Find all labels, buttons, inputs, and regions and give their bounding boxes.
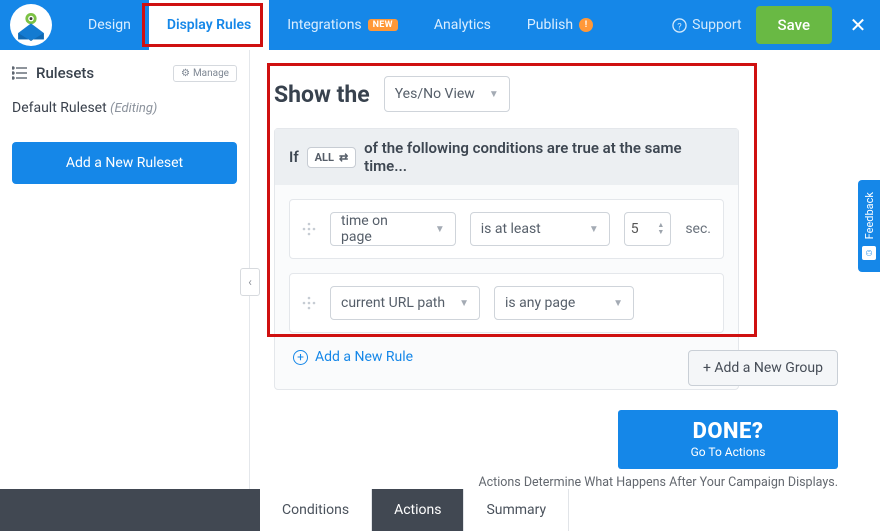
drag-handle-icon[interactable]	[302, 296, 316, 310]
chat-icon: ☺	[862, 246, 876, 260]
condition-group: If ALL ⇄ of the following conditions are…	[274, 128, 739, 390]
new-badge: NEW	[368, 19, 398, 31]
chevron-down-icon: ▼	[489, 89, 499, 100]
chevron-down-icon: ▼	[589, 224, 599, 235]
add-rule-button[interactable]: + Add a New Rule	[289, 347, 724, 375]
swap-icon: ⇄	[339, 151, 348, 164]
top-right-controls: ? Support Save ✕	[672, 6, 870, 44]
tab-actions[interactable]: Actions	[372, 489, 464, 531]
rule-field-dropdown[interactable]: time on page ▼	[330, 212, 456, 246]
add-group-button[interactable]: + Add a New Group	[688, 350, 838, 386]
bottom-bar: Conditions Actions Summary	[0, 489, 880, 531]
sidebar-header: Rulesets ⚙ Manage	[12, 64, 237, 82]
tab-conditions[interactable]: Conditions	[260, 489, 372, 531]
number-stepper[interactable]: ▲▼	[657, 222, 664, 236]
support-label: Support	[692, 17, 741, 33]
rule-unit-label: sec.	[685, 221, 711, 237]
show-the-line: Show the Yes/No View ▼	[274, 76, 840, 112]
bottom-left-spacer	[0, 489, 260, 531]
ruleset-name: Default Ruleset	[12, 100, 107, 116]
tab-summary[interactable]: Summary	[464, 489, 569, 531]
nav-display-rules-label: Display Rules	[167, 17, 251, 33]
nav-analytics-label: Analytics	[434, 17, 491, 33]
rule-value: 5	[631, 221, 639, 237]
rulesets-list-icon	[12, 66, 28, 80]
if-label: If	[289, 148, 299, 166]
add-rule-label: Add a New Rule	[315, 349, 413, 365]
rule-operator-dropdown[interactable]: is any page ▼	[494, 286, 634, 320]
feedback-tab[interactable]: Feedback ☺	[858, 180, 880, 272]
nav-display-rules[interactable]: Display Rules	[149, 0, 269, 50]
top-nav-bar: Design Display Rules Integrations NEW Ana…	[0, 0, 880, 50]
rule-field-dropdown[interactable]: current URL path ▼	[330, 286, 480, 320]
sidebar: Rulesets ⚙ Manage Default Ruleset (Editi…	[0, 50, 250, 531]
chevron-down-icon: ▼	[613, 298, 623, 309]
condition-header-text: of the following conditions are true at …	[364, 139, 724, 175]
support-link[interactable]: ? Support	[672, 17, 741, 33]
help-icon: ?	[672, 18, 687, 33]
logic-toggle-label: ALL	[315, 151, 334, 164]
rules-container: Show the Yes/No View ▼ If ALL ⇄ of the f…	[274, 76, 840, 390]
rule-operator-value: is any page	[505, 295, 575, 311]
nav-publish[interactable]: Publish!	[509, 0, 611, 50]
nav-analytics[interactable]: Analytics	[416, 0, 509, 50]
rule-operator-dropdown[interactable]: is at least ▼	[470, 212, 610, 246]
sidebar-title: Rulesets	[36, 64, 94, 82]
nav-integrations[interactable]: Integrations NEW	[269, 0, 416, 50]
tab-conditions-label: Conditions	[282, 502, 349, 518]
condition-row: current URL path ▼ is any page ▼	[289, 273, 724, 333]
view-dropdown-value: Yes/No View	[395, 86, 475, 102]
app-logo	[10, 4, 52, 46]
done-title: DONE?	[618, 419, 838, 444]
feedback-label: Feedback	[863, 192, 876, 239]
svg-text:?: ?	[677, 21, 682, 32]
view-dropdown[interactable]: Yes/No View ▼	[384, 76, 510, 112]
rule-field-value: current URL path	[341, 295, 445, 311]
rule-field-value: time on page	[341, 213, 421, 245]
plus-circle-icon: +	[293, 350, 308, 365]
nav-design-label: Design	[88, 17, 131, 33]
chevron-down-icon: ▼	[435, 224, 445, 235]
nav-integrations-label: Integrations	[287, 17, 361, 33]
manage-rulesets-button[interactable]: ⚙ Manage	[173, 65, 237, 82]
done-subtitle: Go To Actions	[618, 445, 838, 459]
bottom-tabs: Conditions Actions Summary	[260, 489, 880, 531]
show-the-heading: Show the	[274, 81, 370, 108]
nav-design[interactable]: Design	[70, 0, 149, 50]
nav-publish-label: Publish	[527, 17, 573, 33]
logic-toggle[interactable]: ALL ⇄	[307, 147, 357, 168]
done-go-actions-button[interactable]: DONE? Go To Actions	[618, 410, 838, 469]
publish-alert-badge: !	[579, 18, 593, 32]
gear-icon: ⚙	[181, 68, 190, 79]
rule-operator-value: is at least	[481, 221, 541, 237]
content-area: Rulesets ⚙ Manage Default Ruleset (Editi…	[0, 50, 880, 531]
chevron-down-icon: ▼	[459, 298, 469, 309]
rule-value-input[interactable]: 5 ▲▼	[624, 212, 672, 246]
condition-rows: time on page ▼ is at least ▼ 5 ▲▼ sec. curr…	[275, 185, 738, 389]
actions-hint-text: Actions Determine What Happens After You…	[478, 475, 838, 490]
close-icon[interactable]: ✕	[846, 13, 870, 37]
condition-row: time on page ▼ is at least ▼ 5 ▲▼ sec.	[289, 199, 724, 259]
ruleset-item[interactable]: Default Ruleset (Editing)	[12, 100, 237, 116]
drag-handle-icon[interactable]	[302, 222, 316, 236]
add-ruleset-button[interactable]: Add a New Ruleset	[12, 142, 237, 184]
ruleset-editing-label: (Editing)	[110, 101, 157, 116]
save-button[interactable]: Save	[756, 6, 832, 44]
tab-summary-label: Summary	[486, 502, 546, 518]
tab-actions-label: Actions	[394, 502, 441, 518]
manage-label: Manage	[193, 68, 229, 79]
condition-group-header: If ALL ⇄ of the following conditions are…	[275, 129, 738, 185]
add-group-label: + Add a New Group	[703, 360, 823, 376]
nav-tabs: Design Display Rules Integrations NEW Ana…	[70, 0, 611, 50]
main-panel: Show the Yes/No View ▼ If ALL ⇄ of the f…	[250, 50, 880, 531]
